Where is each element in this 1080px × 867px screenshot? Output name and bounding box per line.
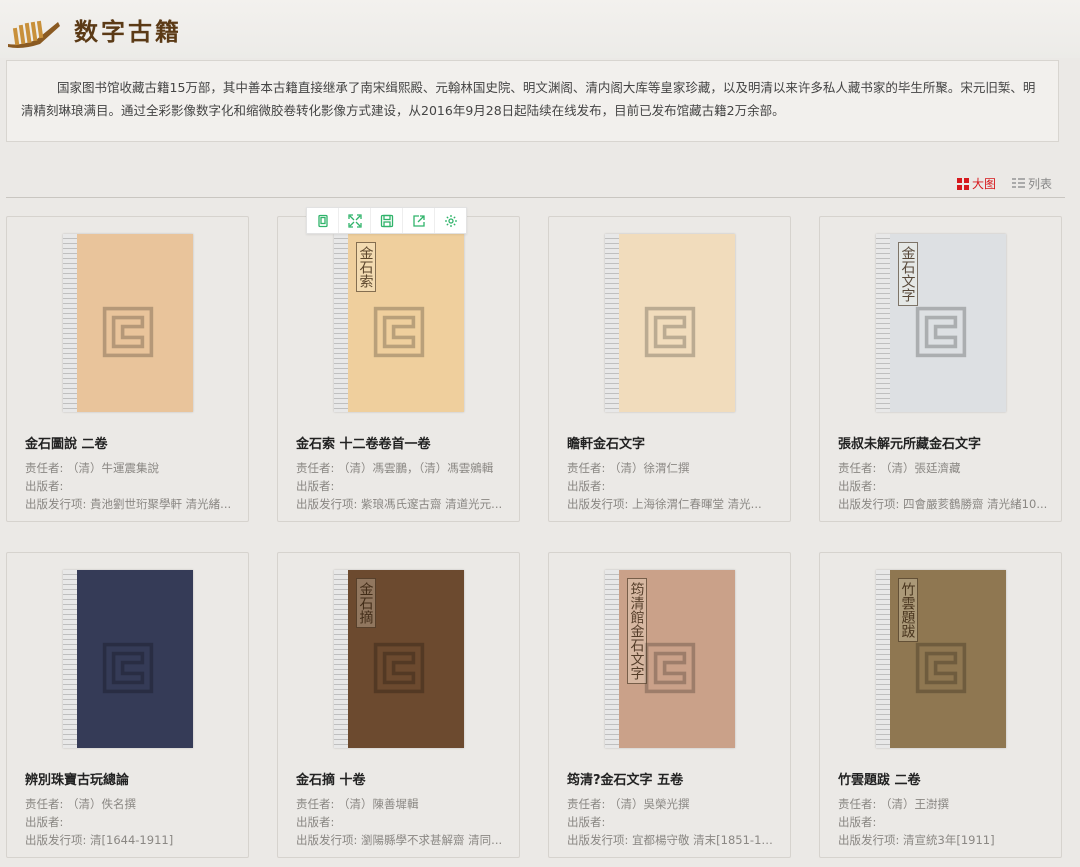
library-seal-icon bbox=[373, 306, 424, 358]
book-cover-image[interactable] bbox=[62, 570, 193, 748]
book-title[interactable]: 金石圖說 二卷 bbox=[25, 433, 108, 452]
intro-text: 国家图书馆收藏古籍15万部，其中善本古籍直接继承了南宋缉熙殿、元翰林国史院、明文… bbox=[6, 60, 1059, 142]
book-edition: 出版发行项: 四會嚴荄鶴勝齋 清光緒10... bbox=[838, 497, 1048, 511]
book-edition: 出版发行项: 清[1644-1911] bbox=[25, 833, 174, 847]
save-icon bbox=[380, 214, 393, 227]
cover-title-slip: 筠清館金石文字 bbox=[626, 578, 647, 684]
scale-ruler bbox=[333, 234, 348, 412]
book-card[interactable]: 金石文字張叔未解元所藏金石文字责任者: （清）張廷濟藏 出版者: 出版发行项: 四會… bbox=[819, 216, 1062, 522]
view-large-label: 大图 bbox=[971, 177, 996, 191]
book-publisher: 出版者: bbox=[296, 479, 335, 493]
settings-icon bbox=[444, 214, 457, 227]
book-publisher: 出版者: bbox=[25, 815, 64, 829]
bamboo-scroll-icon bbox=[8, 20, 60, 48]
book-card[interactable]: 竹雲題跋竹雲題跋 二卷责任者: （清）王澍撰 出版者: 出版发行项: 清宣統3年[1… bbox=[819, 552, 1062, 858]
book-cover-image[interactable]: 筠清館金石文字 bbox=[604, 570, 735, 748]
book-cover-image[interactable]: 金石索 bbox=[333, 234, 464, 412]
divider bbox=[6, 197, 1065, 198]
book-author: 责任者: （清）張廷濟藏 bbox=[838, 461, 961, 475]
book-title[interactable]: 金石摘 十卷 bbox=[296, 769, 366, 788]
book-card[interactable]: 筠清館金石文字筠清?金石文字 五卷责任者: （清）吳榮光撰 出版者: 出版发行项: … bbox=[548, 552, 791, 858]
scale-ruler bbox=[875, 234, 890, 412]
book-edition: 出版发行项: 紫琅馮氏邃古齋 清道光元... bbox=[296, 497, 503, 511]
read-button[interactable] bbox=[307, 208, 339, 233]
book-cover-image[interactable]: 金石摘 bbox=[333, 570, 464, 748]
book-title[interactable]: 竹雲題跋 二卷 bbox=[838, 769, 921, 788]
book-author: 责任者: （清）馮雲鵬，（清）馮雲鵷輯 bbox=[296, 461, 494, 475]
book-edition: 出版发行项: 瀏陽縣學不求甚解齋 清同... bbox=[296, 833, 503, 847]
book-title[interactable]: 瞻軒金石文字 bbox=[567, 433, 645, 452]
scale-ruler bbox=[333, 570, 348, 748]
book-cover-image[interactable]: 竹雲題跋 bbox=[875, 570, 1006, 748]
book-card[interactable]: 金石索金石索 十二卷卷首一卷责任者: （清）馮雲鵬，（清）馮雲鵷輯 出版者: 出版发… bbox=[277, 216, 520, 522]
book-author: 责任者: （清）徐渭仁撰 bbox=[567, 461, 690, 475]
library-seal-icon bbox=[644, 642, 695, 694]
scale-ruler bbox=[875, 570, 890, 748]
cover-title-slip: 金石文字 bbox=[897, 242, 918, 306]
book-card[interactable]: 瞻軒金石文字责任者: （清）徐渭仁撰 出版者: 出版发行项: 上海徐渭仁春暉堂 清光… bbox=[548, 216, 791, 522]
settings-button[interactable] bbox=[435, 208, 466, 233]
book-card[interactable]: 金石摘金石摘 十卷责任者: （清）陳善墀輯 出版者: 出版发行项: 瀏陽縣學不求甚解… bbox=[277, 552, 520, 858]
book-edition: 出版发行项: 宜都楊守敬 清末[1851-19... bbox=[567, 833, 777, 847]
fullscreen-icon bbox=[347, 213, 362, 228]
page-title: 数字古籍 bbox=[74, 17, 182, 46]
library-seal-icon bbox=[915, 306, 966, 358]
book-publisher: 出版者: bbox=[838, 815, 877, 829]
book-cover-image[interactable]: 金石文字 bbox=[875, 234, 1006, 412]
book-author: 责任者: （清）陳善墀輯 bbox=[296, 797, 419, 811]
book-edition: 出版发行项: 上海徐渭仁春暉堂 清光... bbox=[567, 497, 762, 511]
book-author: 责任者: （清）吳榮光撰 bbox=[567, 797, 690, 811]
library-seal-icon bbox=[102, 642, 153, 694]
page-header: 数字古籍 bbox=[0, 0, 1080, 58]
library-seal-icon bbox=[373, 642, 424, 694]
scale-ruler bbox=[604, 570, 619, 748]
book-title[interactable]: 金石索 十二卷卷首一卷 bbox=[296, 433, 431, 452]
cover-title-slip: 竹雲題跋 bbox=[897, 578, 918, 642]
view-list-label: 列表 bbox=[1027, 177, 1052, 191]
book-author: 责任者: （清）佚名撰 bbox=[25, 797, 137, 811]
book-author: 责任者: （清）王澍撰 bbox=[838, 797, 950, 811]
view-toggle: 大图 列表 bbox=[956, 175, 1052, 192]
book-cover-image[interactable] bbox=[62, 234, 193, 412]
cover-title-slip: 金石摘 bbox=[355, 578, 376, 628]
book-card[interactable]: 辨別珠寶古玩總論责任者: （清）佚名撰 出版者: 出版发行项: 清[1644-191… bbox=[6, 552, 249, 858]
book-title[interactable]: 辨別珠寶古玩總論 bbox=[25, 769, 129, 788]
book-cover-image[interactable] bbox=[604, 234, 735, 412]
book-publisher: 出版者: bbox=[567, 479, 606, 493]
library-seal-icon bbox=[915, 642, 966, 694]
book-edition: 出版发行项: 清宣統3年[1911] bbox=[838, 833, 995, 847]
book-card[interactable]: 金石圖說 二卷责任者: （清）牛運震集說 出版者: 出版发行项: 貴池劉世珩聚學軒 … bbox=[6, 216, 249, 522]
share-icon bbox=[412, 214, 425, 227]
book-title[interactable]: 筠清?金石文字 五卷 bbox=[567, 769, 683, 788]
fullscreen-button[interactable] bbox=[339, 208, 371, 233]
scale-ruler bbox=[62, 234, 77, 412]
book-toolbar bbox=[306, 207, 467, 234]
book-publisher: 出版者: bbox=[296, 815, 335, 829]
grid-icon bbox=[956, 177, 969, 190]
scale-ruler bbox=[604, 234, 619, 412]
scale-ruler bbox=[62, 570, 77, 748]
book-publisher: 出版者: bbox=[838, 479, 877, 493]
view-list-button[interactable]: 列表 bbox=[1011, 175, 1052, 192]
save-button[interactable] bbox=[371, 208, 403, 233]
book-title[interactable]: 張叔未解元所藏金石文字 bbox=[838, 433, 981, 452]
book-publisher: 出版者: bbox=[567, 815, 606, 829]
library-seal-icon bbox=[102, 306, 153, 358]
cover-title-slip: 金石索 bbox=[355, 242, 376, 292]
share-button[interactable] bbox=[403, 208, 435, 233]
list-icon bbox=[1011, 178, 1025, 189]
book-edition: 出版发行项: 貴池劉世珩聚學軒 清光緒... bbox=[25, 497, 232, 511]
book-publisher: 出版者: bbox=[25, 479, 64, 493]
read-icon bbox=[317, 214, 328, 227]
library-seal-icon bbox=[644, 306, 695, 358]
view-large-button[interactable]: 大图 bbox=[956, 175, 996, 192]
book-author: 责任者: （清）牛運震集說 bbox=[25, 461, 160, 475]
